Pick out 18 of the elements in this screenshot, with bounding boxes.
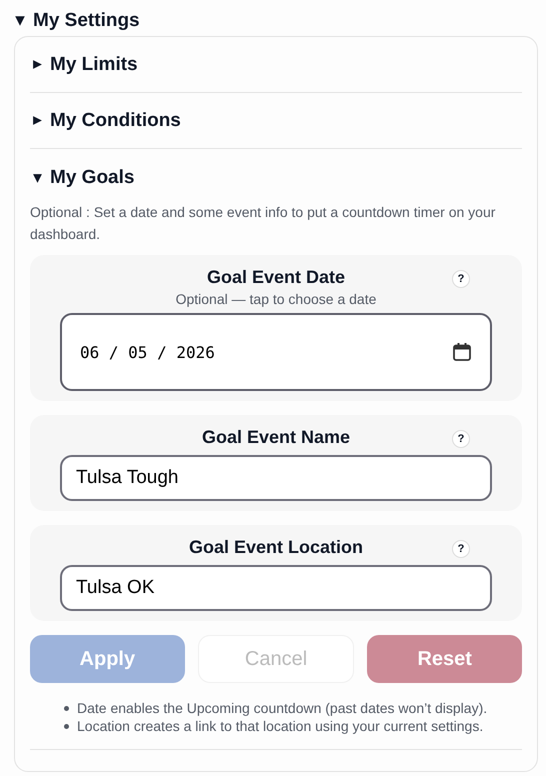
help-button[interactable]: ? [452,540,470,558]
settings-heading[interactable]: My Settings [14,8,538,34]
bullet-icon [64,724,69,728]
note-text: Date enables the Upcoming countdown (past dates won’t display). [77,700,488,716]
help-button[interactable]: ? [452,430,470,448]
bullet-icon [64,706,69,710]
field-label: Goal Event Location [188,536,364,558]
field-hint: Optional — tap to choose a date [176,291,376,307]
field-label: Goal Event Name [202,426,350,448]
help-button[interactable]: ? [452,270,470,288]
calendar-icon[interactable] [452,342,472,362]
text-field[interactable]: Tulsa Tough [60,455,492,501]
date-field[interactable]: 06 / 05 / 2026 [60,313,492,391]
text-field[interactable]: Tulsa OK [60,565,492,611]
section-header[interactable]: My Conditions [30,93,522,148]
note-text: Location creates a link to that location using your current settings. [77,718,484,734]
section-header[interactable]: My Limits [30,37,522,92]
field-label: Goal Event Date [206,266,346,288]
